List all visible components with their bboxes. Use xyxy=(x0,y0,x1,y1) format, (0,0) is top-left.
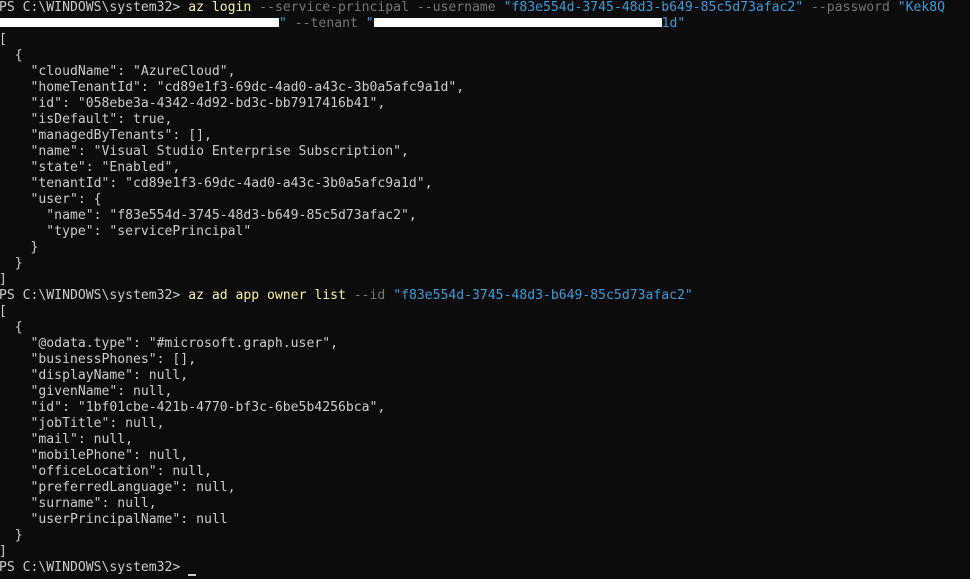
output-line: } xyxy=(0,528,23,543)
command-line-login-wrap: " --tenant " 1d" xyxy=(0,16,970,32)
output-line: "businessPhones": [], xyxy=(0,352,197,367)
output-line: "managedByTenants": [], xyxy=(0,128,212,143)
output-line: ] xyxy=(0,544,970,560)
output-line: "mobilePhone": null, xyxy=(0,448,189,463)
output-line: { xyxy=(0,48,23,63)
username-value: "f83e554d-3745-48d3-b649-85c5d73afac2" xyxy=(503,0,804,15)
output-line: "id": "1bf01cbe-421b-4770-bf3c-6be5b4256… xyxy=(0,400,386,415)
prompt: PS C:\WINDOWS\system32> xyxy=(0,288,189,303)
output-line: [ xyxy=(0,32,970,48)
redaction-bar xyxy=(373,18,662,27)
command-line-owner-list: PS C:\WINDOWS\system32> az ad app owner … xyxy=(0,288,970,304)
redaction-bar xyxy=(0,18,279,27)
tenant-value-end: 1d" xyxy=(661,16,686,31)
prompt: PS C:\WINDOWS\system32> xyxy=(0,0,189,15)
tenant-value-start: " xyxy=(365,16,374,31)
flag-id: --id xyxy=(353,288,386,303)
output-line: } xyxy=(0,240,39,255)
output-line: "userPrincipalName": null xyxy=(0,512,228,527)
flag-username: --username xyxy=(416,0,496,15)
output-line: "user": { xyxy=(0,192,102,207)
id-value: "f83e554d-3745-48d3-b649-85c5d73afac2" xyxy=(393,288,693,303)
command-line-login: PS C:\WINDOWS\system32> az login --servi… xyxy=(0,0,970,16)
output-line: "givenName": null, xyxy=(0,384,173,399)
output-line: "isDefault": true, xyxy=(0,112,173,127)
flag-tenant: --tenant xyxy=(294,16,358,31)
prompt: PS C:\WINDOWS\system32> xyxy=(0,560,189,575)
command-name: az login xyxy=(188,0,252,15)
command-line-current[interactable]: PS C:\WINDOWS\system32> xyxy=(0,560,970,576)
output-line: "name": "f83e554d-3745-48d3-b649-85c5d73… xyxy=(0,208,417,223)
output-line: "preferredLanguage": null, xyxy=(0,480,236,495)
output-line: "state": "Enabled", xyxy=(0,160,181,175)
terminal-window[interactable]: PS C:\WINDOWS\system32> az login --servi… xyxy=(0,0,970,579)
output-line: "jobTitle": null, xyxy=(0,416,165,431)
output-line: "cloudName": "AzureCloud", xyxy=(0,64,236,79)
output-line: "name": "Visual Studio Enterprise Subscr… xyxy=(0,144,409,159)
output-line: "tenantId": "cd89e1f3-69dc-4ad0-a43c-3b0… xyxy=(0,176,433,191)
output-line: [ xyxy=(0,304,970,320)
output-line: "mail": null, xyxy=(0,432,134,447)
password-value: "Kek8Q xyxy=(897,0,946,15)
output-line: "id": "058ebe3a-4342-4d92-bd3c-bb7917416… xyxy=(0,96,386,111)
text-cursor xyxy=(188,574,197,576)
command-name: az ad app owner list xyxy=(188,288,346,303)
output-line: { xyxy=(0,320,23,335)
flag-password: --password xyxy=(811,0,890,15)
output-line: "homeTenantId": "cd89e1f3-69dc-4ad0-a43c… xyxy=(0,80,465,95)
output-line: "displayName": null, xyxy=(0,368,189,383)
output-line: "type": "servicePrincipal" xyxy=(0,224,252,239)
output-line: "surname": null, xyxy=(0,496,157,511)
output-line: ] xyxy=(0,272,970,288)
password-end: " xyxy=(279,16,287,31)
output-line: "officeLocation": null, xyxy=(0,464,212,479)
output-line: } xyxy=(0,256,23,271)
output-line: "@odata.type": "#microsoft.graph.user", xyxy=(0,336,338,351)
flag-service-principal: --service-principal xyxy=(259,0,409,15)
